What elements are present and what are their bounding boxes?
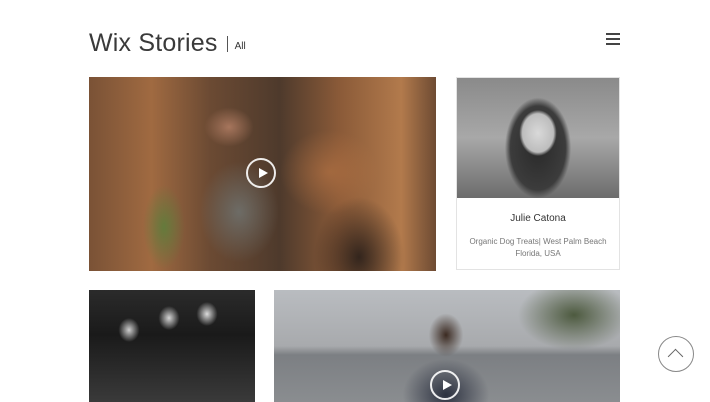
story-card-profile[interactable]: Julie Catona Organic Dog Treats| West Pa… — [456, 77, 620, 270]
profile-photo — [457, 78, 619, 198]
hamburger-menu-icon[interactable] — [606, 33, 620, 45]
title-divider — [226, 36, 228, 52]
site-header: Wix Stories All — [89, 24, 246, 58]
band-photo — [89, 290, 255, 402]
menu-bar — [606, 38, 620, 40]
story-card-outdoor[interactable] — [274, 290, 620, 402]
scroll-to-top-button[interactable] — [658, 336, 694, 372]
play-icon[interactable] — [430, 370, 460, 400]
play-icon[interactable] — [246, 158, 276, 188]
menu-bar — [606, 33, 620, 35]
menu-bar — [606, 43, 620, 45]
site-title[interactable]: Wix Stories — [89, 28, 218, 58]
profile-name[interactable]: Julie Catona — [457, 213, 619, 224]
story-card-barber[interactable] — [89, 77, 436, 271]
profile-description: Organic Dog Treats| West Palm Beach Flor… — [469, 237, 607, 258]
story-card-band[interactable] — [89, 290, 255, 402]
category-filter[interactable]: All — [235, 41, 246, 52]
